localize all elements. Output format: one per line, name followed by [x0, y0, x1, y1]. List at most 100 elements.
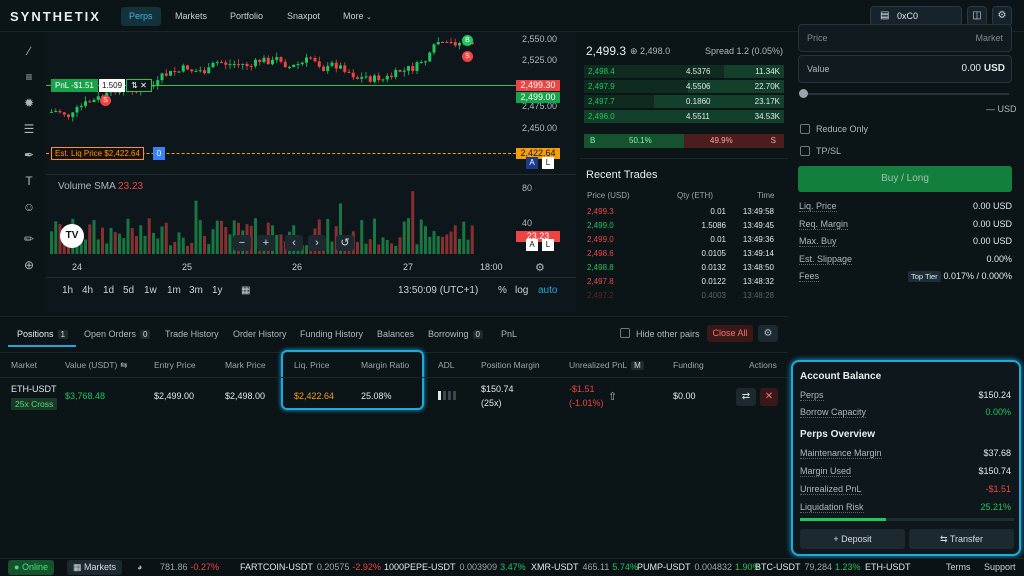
- transfer-button[interactable]: ⇆ Transfer: [909, 529, 1014, 549]
- scroll-right-icon[interactable]: ›: [308, 235, 326, 251]
- reduce-only-label: Reduce Only: [816, 124, 869, 134]
- tab-count: 1: [57, 330, 68, 339]
- table-row[interactable]: 2,498.6 0.0105 13:49:14: [584, 247, 784, 260]
- table-row[interactable]: 2,499.3 0.01 13:49:58: [584, 205, 784, 218]
- support-link[interactable]: Support: [984, 559, 1016, 576]
- zoom-in-icon[interactable]: +: [257, 235, 275, 251]
- nav-more[interactable]: More ⌄: [335, 7, 380, 26]
- value-amount[interactable]: 0.00: [962, 63, 981, 74]
- price-chart[interactable]: PnL -$1.51 1.509 ⇅ ✕ Est. Liq Price $2,4…: [46, 32, 576, 312]
- close-position-icon[interactable]: ✕: [760, 388, 778, 406]
- zoom-out-icon[interactable]: −: [233, 235, 251, 251]
- nav-perps[interactable]: Perps: [121, 7, 161, 26]
- tab-balances[interactable]: Balances: [377, 329, 414, 339]
- reset-icon[interactable]: ↺: [336, 235, 354, 251]
- label-l-button[interactable]: L: [542, 157, 554, 169]
- tab-open-orders[interactable]: Open Orders 0: [84, 329, 151, 339]
- table-row[interactable]: 2,499.0 1.5086 13:49:45: [584, 219, 784, 232]
- gear-icon[interactable]: ⚙: [992, 6, 1012, 26]
- sort-icon[interactable]: ⇆: [120, 360, 127, 370]
- brush-tool-icon[interactable]: ✒: [19, 148, 39, 162]
- size-slider[interactable]: [803, 93, 1009, 95]
- tf-1w[interactable]: 1w: [144, 285, 157, 296]
- trade-price: 2,499.0: [587, 221, 614, 230]
- table-row[interactable]: 2,497.2 0.4003 13:48:28: [584, 289, 784, 302]
- ticker-item[interactable]: BTC-USDT 79,284 1.23%: [755, 559, 861, 576]
- nav-snaxpot[interactable]: Snaxpot: [279, 7, 328, 26]
- tradingview-logo-icon[interactable]: TV: [60, 224, 84, 248]
- slider-handle[interactable]: [799, 89, 808, 98]
- tf-1m[interactable]: 1m: [167, 285, 181, 296]
- table-row[interactable]: 2,497.9 4.5506 22.70K: [584, 80, 784, 93]
- ticker-item[interactable]: ETH-USDT: [865, 559, 915, 576]
- scale-auto[interactable]: auto: [538, 285, 557, 296]
- alert-a-button[interactable]: A: [526, 157, 538, 169]
- table-row[interactable]: 2,496.0 4.5511 34.53K: [584, 110, 784, 123]
- filter-icon[interactable]: ⚙: [758, 325, 778, 342]
- ticker-item[interactable]: 781.86 -0.27%: [160, 559, 219, 576]
- reduce-only-checkbox[interactable]: [800, 124, 810, 134]
- tab-order-history[interactable]: Order History: [233, 329, 287, 339]
- tf-3m[interactable]: 3m: [189, 285, 203, 296]
- tab-trade-history[interactable]: Trade History: [165, 329, 219, 339]
- emoji-tool-icon[interactable]: ☺: [19, 200, 39, 214]
- ticker-item[interactable]: FARTCOIN-USDT 0.20575 -2.92%: [240, 559, 381, 576]
- scale-percent[interactable]: %: [498, 285, 507, 296]
- pnl-label[interactable]: PnL -$1.51: [51, 79, 98, 92]
- zoom-tool-icon[interactable]: ⊕: [19, 258, 39, 272]
- line-tool-icon[interactable]: ∕: [19, 44, 39, 58]
- wallet-button[interactable]: ▤ 0xC0: [870, 6, 962, 26]
- close-icon[interactable]: ⇅ ✕: [126, 79, 152, 92]
- hide-other-checkbox[interactable]: [620, 328, 630, 338]
- scroll-left-icon[interactable]: ‹: [285, 235, 303, 251]
- value-field[interactable]: Value 0.00 USD: [798, 55, 1012, 83]
- text-tool-icon[interactable]: T: [19, 174, 39, 188]
- row-value: $3,768.48: [65, 391, 106, 401]
- markets-button[interactable]: ▦ Markets: [67, 560, 123, 575]
- value-unit[interactable]: USD: [984, 63, 1005, 74]
- tab-borrowing[interactable]: Borrowing 0: [428, 329, 483, 339]
- tpsl-checkbox[interactable]: [800, 146, 810, 156]
- calendar-icon[interactable]: ▦: [241, 285, 250, 296]
- pause-ticker-icon[interactable]: ◕: [137, 559, 142, 576]
- tab-pnl[interactable]: PnL: [501, 329, 517, 339]
- table-row[interactable]: 2,499.0 0.01 13:49:36: [584, 233, 784, 246]
- nav-markets[interactable]: Markets: [167, 7, 215, 26]
- pattern-tool-icon[interactable]: ✹: [19, 96, 39, 110]
- tf-1y[interactable]: 1y: [212, 285, 223, 296]
- price-field[interactable]: Price Market: [798, 24, 1012, 52]
- close-all-button[interactable]: Close All: [707, 325, 753, 342]
- tf-1h[interactable]: 1h: [62, 285, 73, 296]
- label-l-button-vol[interactable]: L: [542, 239, 554, 251]
- table-row[interactable]: 2,497.7 0.1860 23.17K: [584, 95, 784, 108]
- reverse-position-icon[interactable]: ⇄: [736, 388, 756, 406]
- hlines-tool-icon[interactable]: ≡: [19, 70, 39, 84]
- share-icon[interactable]: ⇧: [608, 390, 617, 403]
- terms-link[interactable]: Terms: [946, 559, 971, 576]
- ticker-item[interactable]: XMR-USDT 465.11 5.74%: [531, 559, 638, 576]
- ticker-item[interactable]: PUMP-USDT 0.004832 1.90%: [637, 559, 761, 576]
- row-market[interactable]: ETH-USDT: [11, 384, 57, 394]
- tab-positions[interactable]: Positions 1: [17, 329, 68, 339]
- acct-value: 0.00%: [985, 407, 1011, 417]
- fib-tool-icon[interactable]: ☰: [19, 122, 39, 136]
- tf-5d[interactable]: 5d: [123, 285, 134, 296]
- deposit-button[interactable]: + Deposit: [800, 529, 905, 549]
- logo[interactable]: SYNTHETIX: [10, 9, 101, 24]
- nav-portfolio[interactable]: Portfolio: [222, 7, 271, 26]
- table-row[interactable]: 2,498.8 0.0132 13:48:50: [584, 261, 784, 274]
- tf-1d[interactable]: 1d: [103, 285, 114, 296]
- ruler-tool-icon[interactable]: ✏: [19, 232, 39, 246]
- scale-log[interactable]: log: [515, 285, 528, 296]
- pnl-mode-badge[interactable]: M: [631, 361, 644, 370]
- alert-a-button-vol[interactable]: A: [526, 239, 538, 251]
- ticker-item[interactable]: 1000PEPE-USDT 0.003909 3.47%: [384, 559, 526, 576]
- table-row[interactable]: 2,498.4 4.5376 11.34K: [584, 65, 784, 78]
- table-row[interactable]: 2,497.8 0.0122 13:48:32: [584, 275, 784, 288]
- buy-long-button[interactable]: Buy / Long: [798, 166, 1012, 192]
- col-header: Liq. Price: [294, 360, 330, 370]
- chat-icon[interactable]: ◫: [967, 6, 987, 26]
- settings-icon[interactable]: ⚙: [535, 261, 545, 274]
- tab-funding-history[interactable]: Funding History: [300, 329, 363, 339]
- tf-4h[interactable]: 4h: [82, 285, 93, 296]
